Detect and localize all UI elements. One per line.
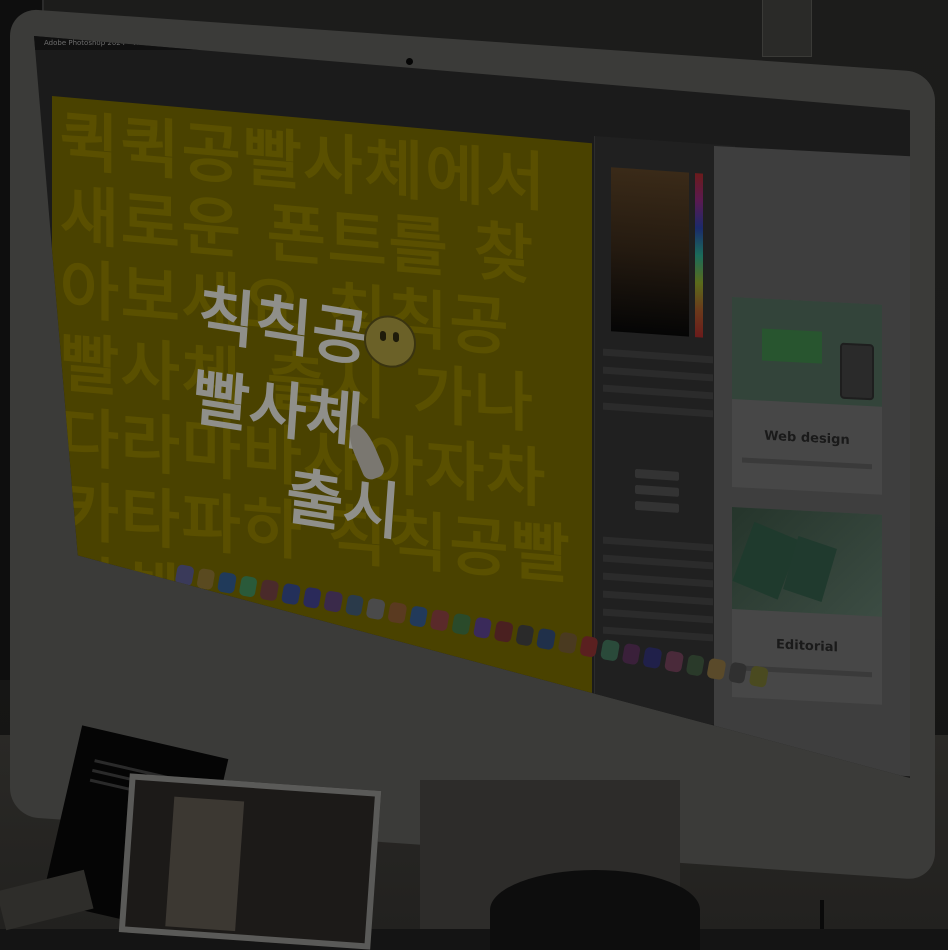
layers-row[interactable] bbox=[603, 554, 713, 570]
headline-text: 칙칙공 빨사체 출시 bbox=[183, 272, 414, 555]
card-subtitle bbox=[742, 457, 872, 470]
dock-app-icon[interactable] bbox=[366, 597, 386, 621]
photo-scene: Adobe Photoshop 2024FileEditImageLayerTy… bbox=[0, 0, 948, 950]
photo-frame bbox=[118, 773, 382, 950]
dock-app-icon[interactable] bbox=[238, 575, 259, 598]
dock-app-icon[interactable] bbox=[727, 661, 748, 685]
layers-row[interactable] bbox=[603, 626, 713, 642]
dock-app-icon[interactable] bbox=[344, 594, 365, 617]
layers-row[interactable] bbox=[603, 590, 713, 606]
layers-row[interactable] bbox=[603, 608, 713, 624]
layers-row[interactable] bbox=[603, 572, 713, 588]
dock-app-icon[interactable] bbox=[429, 609, 450, 632]
mug bbox=[490, 870, 700, 950]
panel-row bbox=[603, 366, 713, 382]
color-picker-field[interactable] bbox=[611, 167, 689, 337]
webcam-icon bbox=[406, 58, 413, 65]
power-cable bbox=[820, 900, 824, 929]
dock-app-icon[interactable] bbox=[259, 579, 280, 602]
dock-app-icon[interactable] bbox=[493, 620, 514, 643]
dock-app-icon[interactable] bbox=[642, 646, 663, 670]
card-title: Editorial bbox=[776, 637, 838, 656]
dock-app-icon[interactable] bbox=[195, 567, 216, 591]
dock-app-icon[interactable] bbox=[387, 601, 408, 625]
layers-row[interactable] bbox=[603, 536, 713, 552]
card-title: Web design bbox=[764, 428, 850, 449]
panel-button[interactable] bbox=[635, 484, 679, 497]
panel-row bbox=[603, 348, 713, 364]
panel-button[interactable] bbox=[635, 500, 679, 513]
dock-app-icon[interactable] bbox=[217, 571, 237, 595]
dock-app-icon[interactable] bbox=[451, 612, 472, 636]
panel-row bbox=[603, 402, 713, 418]
dock-app-icon[interactable] bbox=[515, 624, 535, 647]
dock-app-icon[interactable] bbox=[302, 586, 323, 610]
dock-app-icon[interactable] bbox=[472, 616, 493, 640]
dock-app-icon[interactable] bbox=[557, 631, 578, 655]
dock-app-icon[interactable] bbox=[280, 582, 301, 606]
dock-app-icon[interactable] bbox=[536, 627, 557, 651]
dock-app-icon[interactable] bbox=[621, 642, 642, 666]
dock-app-icon[interactable] bbox=[706, 657, 727, 681]
phone-mockup bbox=[840, 342, 874, 401]
panel-row bbox=[603, 384, 713, 400]
light-switch bbox=[762, 0, 812, 57]
editorial-thumbnail bbox=[732, 506, 882, 617]
dock-app-icon[interactable] bbox=[578, 635, 599, 658]
web-design-thumbnail bbox=[732, 296, 882, 407]
dock-app-icon[interactable] bbox=[749, 665, 769, 688]
frame-photo bbox=[165, 796, 245, 932]
dock-app-icon[interactable] bbox=[685, 654, 706, 677]
portfolio-card-web[interactable]: Web design bbox=[732, 296, 882, 495]
panel-button[interactable] bbox=[635, 468, 679, 481]
dock-app-icon[interactable] bbox=[600, 639, 620, 662]
laptop-mockup bbox=[762, 328, 822, 364]
dock-app-icon[interactable] bbox=[323, 590, 344, 613]
hue-slider[interactable] bbox=[695, 173, 703, 338]
dock-app-icon[interactable] bbox=[663, 650, 684, 673]
dock-app-icon[interactable] bbox=[408, 605, 429, 628]
